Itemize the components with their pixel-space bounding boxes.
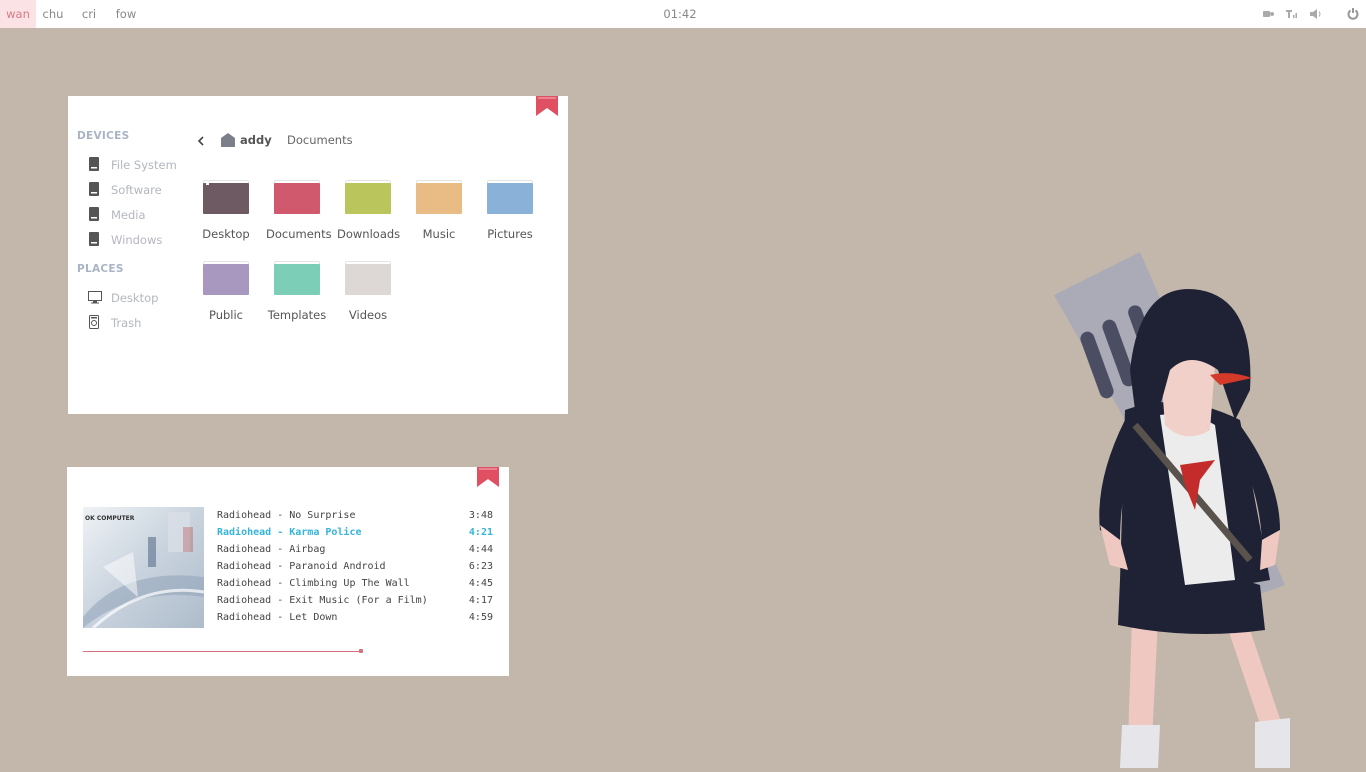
track-title: Radiohead - Let Down — [217, 612, 338, 623]
track-duration: 4:59 — [468, 612, 493, 623]
folder-label: Downloads — [337, 227, 401, 241]
network-icon[interactable] — [1262, 8, 1276, 20]
progress-knob[interactable] — [359, 649, 363, 653]
folder-icon — [345, 259, 391, 295]
breadcrumb-documents[interactable]: Documents — [287, 133, 353, 147]
folder-label: Desktop — [202, 227, 250, 241]
wallpaper-character-illustration — [1040, 240, 1320, 768]
progress-bar[interactable] — [83, 651, 361, 652]
folder-icon — [274, 259, 320, 295]
breadcrumb-home-label: addy — [240, 133, 272, 147]
track-duration: 4:44 — [468, 544, 493, 555]
track-title: Radiohead - Climbing Up The Wall — [217, 578, 410, 589]
bookmark-icon — [477, 467, 499, 487]
track-row[interactable]: Radiohead - Climbing Up The Wall 4:45 — [217, 575, 493, 592]
monitor-icon — [88, 291, 102, 305]
signal-icon[interactable] — [1285, 8, 1299, 20]
track-duration: 4:21 — [468, 527, 493, 538]
back-button[interactable] — [194, 133, 208, 147]
sidebar-item-windows[interactable]: Windows — [88, 231, 162, 249]
sidebar-item-software[interactable]: Software — [88, 181, 162, 199]
folder-documents[interactable]: Documents — [266, 178, 332, 241]
track-duration: 3:48 — [468, 510, 493, 521]
track-title: Radiohead - Paranoid Android — [217, 561, 386, 572]
sidebar-item-label: Software — [111, 183, 162, 197]
workspace-cri[interactable]: cri — [75, 0, 103, 28]
bookmark-icon — [536, 96, 558, 116]
top-bar: wan chu cri fow 01:42 — [0, 0, 1366, 28]
drive-icon — [88, 207, 102, 221]
track-row[interactable]: Radiohead - Paranoid Android 6:23 — [217, 558, 493, 575]
breadcrumb-home[interactable]: addy — [221, 133, 272, 150]
album-cover: OK COMPUTER — [83, 507, 204, 628]
track-row[interactable]: Radiohead - No Surprise 3:48 — [217, 507, 493, 524]
track-row[interactable]: Radiohead - Exit Music (For a Film) 4:17 — [217, 592, 493, 609]
folder-public[interactable]: Public — [195, 259, 257, 322]
file-manager-window: DEVICES File System Software Media Windo… — [68, 96, 568, 414]
folder-label: Documents — [266, 227, 332, 241]
sidebar-item-label: Windows — [111, 233, 163, 247]
sidebar-item-trash[interactable]: Trash — [88, 314, 141, 332]
folder-icon — [345, 178, 391, 214]
folder-desktop[interactable]: Desktop — [195, 178, 257, 241]
sidebar-item-label: Trash — [111, 316, 142, 330]
sidebar-item-label: Desktop — [111, 291, 159, 305]
clock: 01:42 — [663, 7, 697, 21]
sidebar-item-label: Media — [111, 208, 146, 222]
sidebar-item-desktop[interactable]: Desktop — [88, 289, 158, 307]
track-title: Radiohead - No Surprise — [217, 510, 356, 521]
track-title: Radiohead - Airbag — [217, 544, 326, 555]
track-title: Radiohead - Karma Police — [217, 527, 362, 538]
home-icon — [221, 133, 235, 150]
trash-icon — [88, 315, 102, 329]
folder-downloads[interactable]: Downloads — [337, 178, 401, 241]
places-heading: PLACES — [77, 263, 124, 275]
folder-templates[interactable]: Templates — [266, 259, 328, 322]
track-title: Radiohead - Exit Music (For a Film) — [217, 595, 428, 606]
sidebar-item-label: File System — [111, 158, 177, 172]
track-row[interactable]: Radiohead - Airbag 4:44 — [217, 541, 493, 558]
workspace-fow[interactable]: fow — [110, 0, 142, 28]
devices-heading: DEVICES — [77, 130, 130, 142]
track-duration: 4:45 — [468, 578, 493, 589]
folder-music[interactable]: Music — [408, 178, 470, 241]
folder-icon — [487, 178, 533, 214]
track-row-active[interactable]: Radiohead - Karma Police 4:21 — [217, 524, 493, 541]
folder-label: Public — [208, 308, 244, 322]
folder-icon — [203, 178, 249, 214]
drive-icon — [88, 157, 102, 171]
folder-icon — [203, 259, 249, 295]
drive-icon — [88, 232, 102, 246]
folder-pictures[interactable]: Pictures — [479, 178, 541, 241]
album-title: OK COMPUTER — [85, 515, 135, 522]
volume-icon[interactable] — [1309, 8, 1323, 20]
folder-label: Templates — [267, 308, 327, 322]
sidebar-item-file-system[interactable]: File System — [88, 156, 177, 174]
folder-icon — [274, 178, 320, 214]
track-duration: 6:23 — [468, 561, 493, 572]
power-icon[interactable] — [1346, 8, 1360, 20]
folder-label: Pictures — [487, 227, 533, 241]
drive-icon — [88, 182, 102, 196]
folder-label: Videos — [348, 308, 388, 322]
music-player-window: OK COMPUTER Radiohead - No Surprise 3:48 … — [67, 467, 509, 676]
folder-videos[interactable]: Videos — [337, 259, 399, 322]
track-row[interactable]: Radiohead - Let Down 4:59 — [217, 609, 493, 626]
workspace-chu[interactable]: chu — [38, 0, 68, 28]
folder-icon — [416, 178, 462, 214]
track-duration: 4:17 — [468, 595, 493, 606]
folder-label: Music — [422, 227, 456, 241]
workspace-wan[interactable]: wan — [0, 0, 36, 28]
sidebar-item-media[interactable]: Media — [88, 206, 146, 224]
